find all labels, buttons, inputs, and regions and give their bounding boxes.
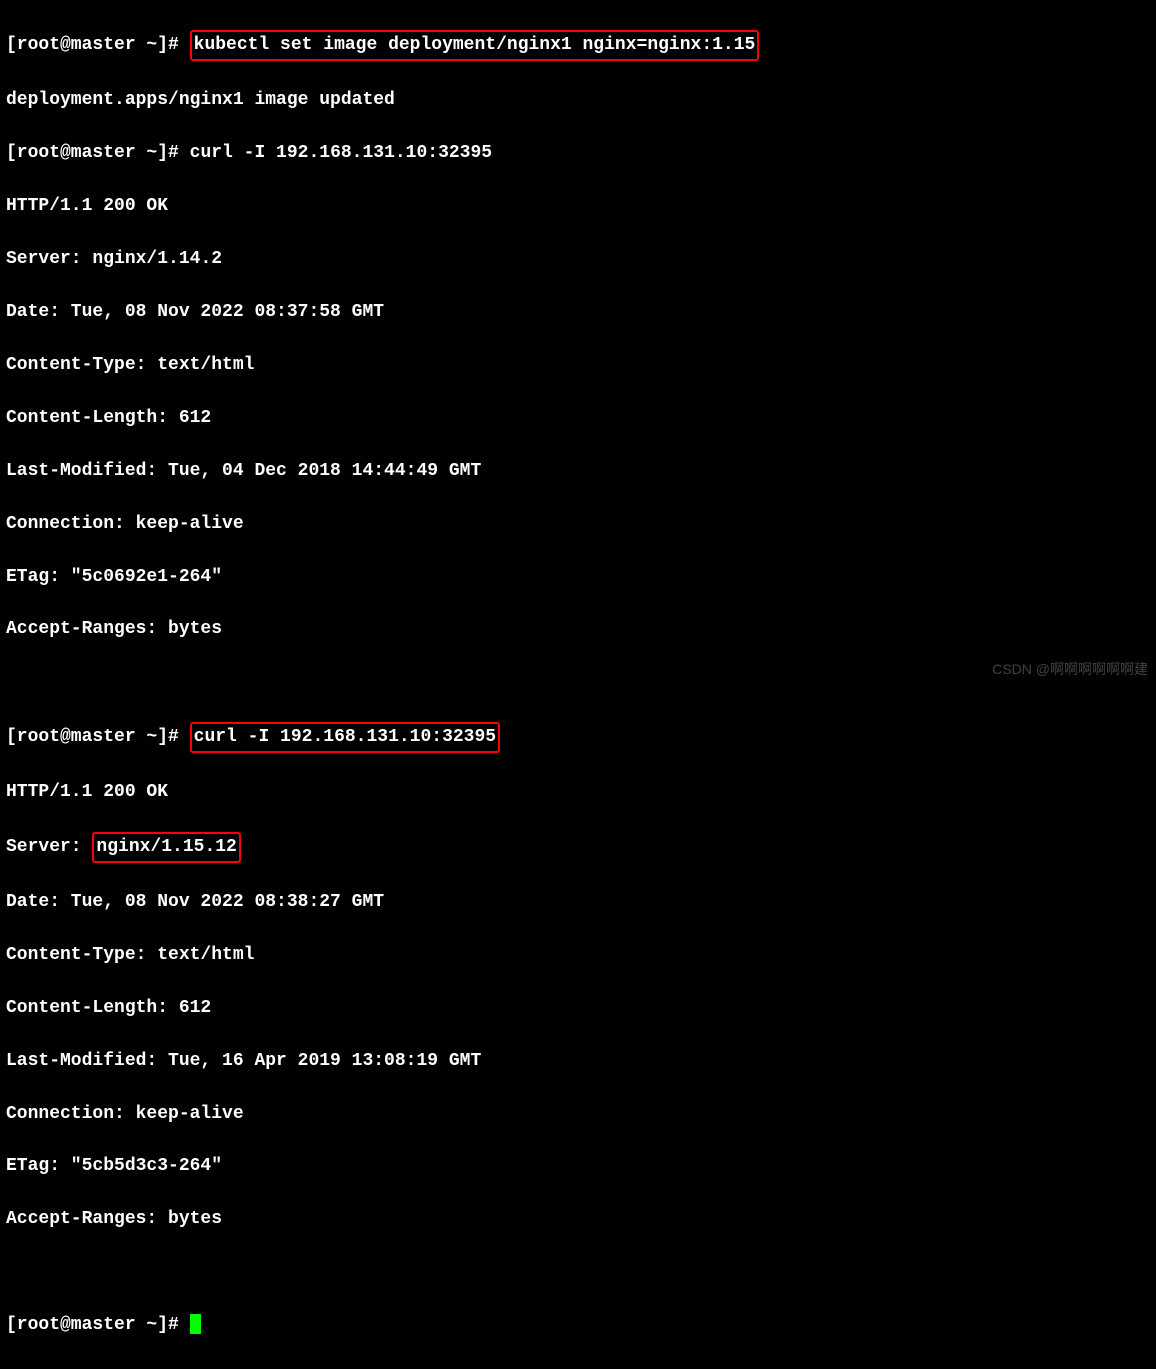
http-etag: ETag: "5cb5d3c3-264" [6, 1153, 1150, 1179]
server-label: Server: [6, 837, 92, 857]
http-connection: Connection: keep-alive [6, 511, 1150, 537]
shell-prompt: [root@master ~]# [6, 143, 190, 163]
http-content-type: Content-Type: text/html [6, 352, 1150, 378]
watermark-text: CSDN @啊啊啊啊啊啊建 [992, 659, 1148, 680]
http-content-length: Content-Length: 612 [6, 995, 1150, 1021]
shell-prompt: [root@master ~]# [6, 727, 190, 747]
http-etag: ETag: "5c0692e1-264" [6, 564, 1150, 590]
cursor-icon [190, 1314, 201, 1334]
http-status: HTTP/1.1 200 OK [6, 779, 1150, 805]
http-status: HTTP/1.1 200 OK [6, 193, 1150, 219]
http-last-modified: Last-Modified: Tue, 16 Apr 2019 13:08:19… [6, 1048, 1150, 1074]
http-date: Date: Tue, 08 Nov 2022 08:38:27 GMT [6, 889, 1150, 915]
terminal-output[interactable]: [root@master ~]# kubectl set image deplo… [0, 0, 1156, 1369]
server-label: Server: [6, 249, 92, 269]
http-date: Date: Tue, 08 Nov 2022 08:37:58 GMT [6, 299, 1150, 325]
shell-prompt: [root@master ~]# [6, 1315, 190, 1335]
output-line: deployment.apps/nginx1 image updated [6, 87, 1150, 113]
http-content-type: Content-Type: text/html [6, 942, 1150, 968]
server-value-highlighted: nginx/1.15.12 [92, 832, 240, 862]
http-accept-ranges: Accept-Ranges: bytes [6, 616, 1150, 642]
shell-prompt: [root@master ~]# [6, 35, 190, 55]
command-set-image: kubectl set image deployment/nginx1 ngin… [190, 30, 760, 60]
http-accept-ranges: Accept-Ranges: bytes [6, 1206, 1150, 1232]
http-last-modified: Last-Modified: Tue, 04 Dec 2018 14:44:49… [6, 458, 1150, 484]
command-curl-1: curl -I 192.168.131.10:32395 [190, 143, 492, 163]
http-connection: Connection: keep-alive [6, 1101, 1150, 1127]
server-value: nginx/1.14.2 [92, 249, 222, 269]
http-content-length: Content-Length: 612 [6, 405, 1150, 431]
command-curl-2: curl -I 192.168.131.10:32395 [190, 722, 500, 752]
blank-line [6, 669, 1150, 695]
blank-line [6, 1259, 1150, 1285]
